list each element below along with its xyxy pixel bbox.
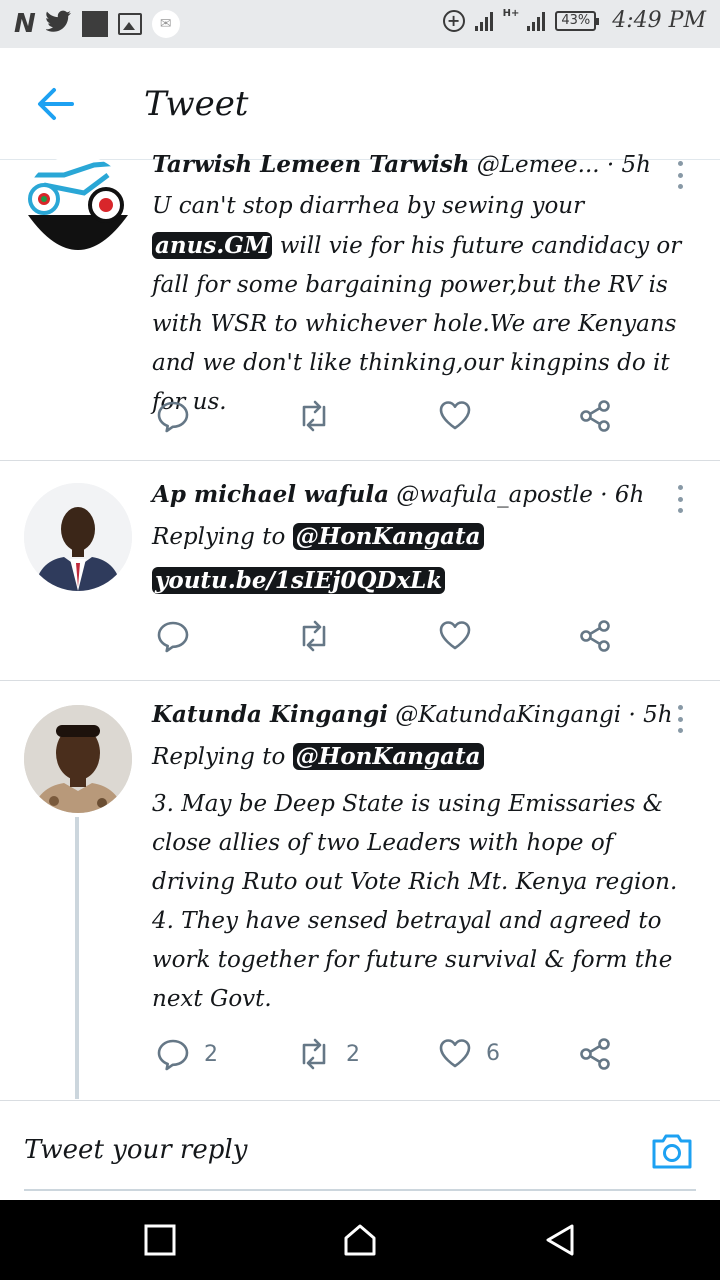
retweet-button[interactable]: 2 (296, 1037, 360, 1071)
tweet-actions (152, 399, 622, 439)
status-bar-system: + H+ 43% 4:49 PM (442, 8, 706, 33)
tweet-actions (152, 619, 622, 659)
heart-icon (439, 401, 471, 430)
avatar[interactable] (24, 483, 132, 591)
share-icon (580, 400, 610, 432)
more-options-icon[interactable] (676, 485, 684, 513)
hplus-icon: H+ (502, 8, 520, 19)
handle[interactable]: @wafula_apostle (396, 482, 593, 508)
tweet-header: Ap michael wafula @wafula_apostle · 6h (152, 481, 644, 508)
tweet-header: Katunda Kingangi @KatundaKingangi · 5h (152, 701, 673, 728)
back-arrow-icon[interactable] (36, 86, 76, 122)
reply-input-underline (24, 1189, 696, 1191)
back-icon[interactable] (542, 1222, 578, 1258)
timestamp: · 6h (600, 482, 645, 508)
share-button[interactable] (578, 399, 612, 433)
twitter-bird-icon (44, 10, 72, 38)
home-icon[interactable] (342, 1222, 378, 1258)
signal-icon-2 (527, 11, 546, 31)
like-count: 6 (486, 1040, 500, 1066)
replying-to: Replying to @HonKangata (152, 743, 484, 770)
timestamp: · 5h (606, 152, 651, 178)
tweet-item[interactable]: Ap michael wafula @wafula_apostle · 6h R… (0, 461, 720, 680)
more-options-icon[interactable] (676, 705, 684, 733)
netflix-n-icon: N (14, 9, 36, 39)
reply-icon (157, 1039, 189, 1071)
avatar[interactable] (24, 155, 132, 263)
mail-icon: ✉ (151, 10, 180, 38)
retweet-button[interactable] (296, 619, 346, 653)
page-title: Tweet (144, 84, 249, 124)
reply-button[interactable] (156, 399, 204, 433)
handle[interactable]: @Lemee... (477, 152, 600, 178)
retweet-button[interactable] (296, 399, 346, 433)
replying-to: Replying to @HonKangata (152, 523, 484, 550)
tweet-text: U can't stop diarrhea by sewing your anu… (152, 193, 682, 415)
share-icon (580, 1038, 610, 1070)
reply-input[interactable]: Tweet your reply (24, 1135, 247, 1165)
tweet-link-line: youtu.be/1sIEj0QDxLk (152, 567, 446, 594)
tweet-actions: 2 2 6 (152, 1037, 622, 1077)
heart-icon (439, 1039, 471, 1068)
heart-icon (439, 621, 471, 650)
display-name[interactable]: Katunda Kingangi (152, 701, 388, 728)
reply-composer: Tweet your reply (0, 1100, 720, 1200)
share-button[interactable] (578, 1037, 612, 1071)
tweet-text: 3. May be Deep State is using Emissaries… (152, 791, 678, 1012)
reply-icon (157, 621, 189, 653)
status-bar-notifications: N ✉ (14, 9, 180, 39)
retweet-icon (302, 620, 326, 652)
tweet-item[interactable]: Katunda Kingangi @KatundaKingangi · 5h R… (0, 681, 720, 1099)
share-button[interactable] (578, 619, 612, 653)
gallery-icon (117, 13, 142, 35)
like-button[interactable] (438, 399, 486, 431)
data-saver-icon: + (442, 9, 465, 32)
timestamp: · 5h (628, 702, 673, 728)
tweet-item[interactable]: Tarwish Lemeen Tarwish @Lemee... · 5h U … (0, 151, 720, 460)
app-bar: Tweet (0, 48, 720, 160)
reply-icon (157, 401, 189, 433)
battery-indicator: 43% (555, 10, 600, 31)
tweet-header: Tarwish Lemeen Tarwish @Lemee... · 5h (152, 151, 651, 178)
display-name[interactable]: Tarwish Lemeen Tarwish (152, 151, 469, 178)
reply-button[interactable]: 2 (156, 1037, 218, 1071)
share-icon (580, 620, 610, 652)
recents-icon[interactable] (142, 1222, 178, 1258)
signal-icon (474, 11, 493, 31)
mention-link[interactable]: @HonKangata (292, 523, 484, 550)
system-navigation-bar (0, 1200, 720, 1280)
retweet-icon (302, 400, 326, 432)
like-button[interactable] (438, 619, 486, 651)
highlighted-text: anus.GM (152, 232, 273, 259)
reply-count: 2 (204, 1041, 218, 1067)
black-square-icon (81, 11, 108, 37)
reply-button[interactable] (156, 619, 204, 653)
display-name[interactable]: Ap michael wafula (152, 481, 389, 508)
retweet-count: 2 (346, 1041, 360, 1067)
url-link[interactable]: youtu.be/1sIEj0QDxLk (152, 567, 446, 594)
thread-line (75, 817, 79, 1099)
mention-link[interactable]: @HonKangata (292, 743, 484, 770)
camera-icon[interactable] (650, 1129, 694, 1173)
handle[interactable]: @KatundaKingangi (395, 702, 621, 728)
more-options-icon[interactable] (676, 161, 684, 189)
clock: 4:49 PM (612, 8, 706, 33)
status-bar: N ✉ + H+ 43% 4:49 PM (0, 0, 720, 48)
avatar[interactable] (24, 705, 132, 813)
like-button[interactable]: 6 (438, 1037, 500, 1069)
retweet-icon (302, 1038, 326, 1070)
